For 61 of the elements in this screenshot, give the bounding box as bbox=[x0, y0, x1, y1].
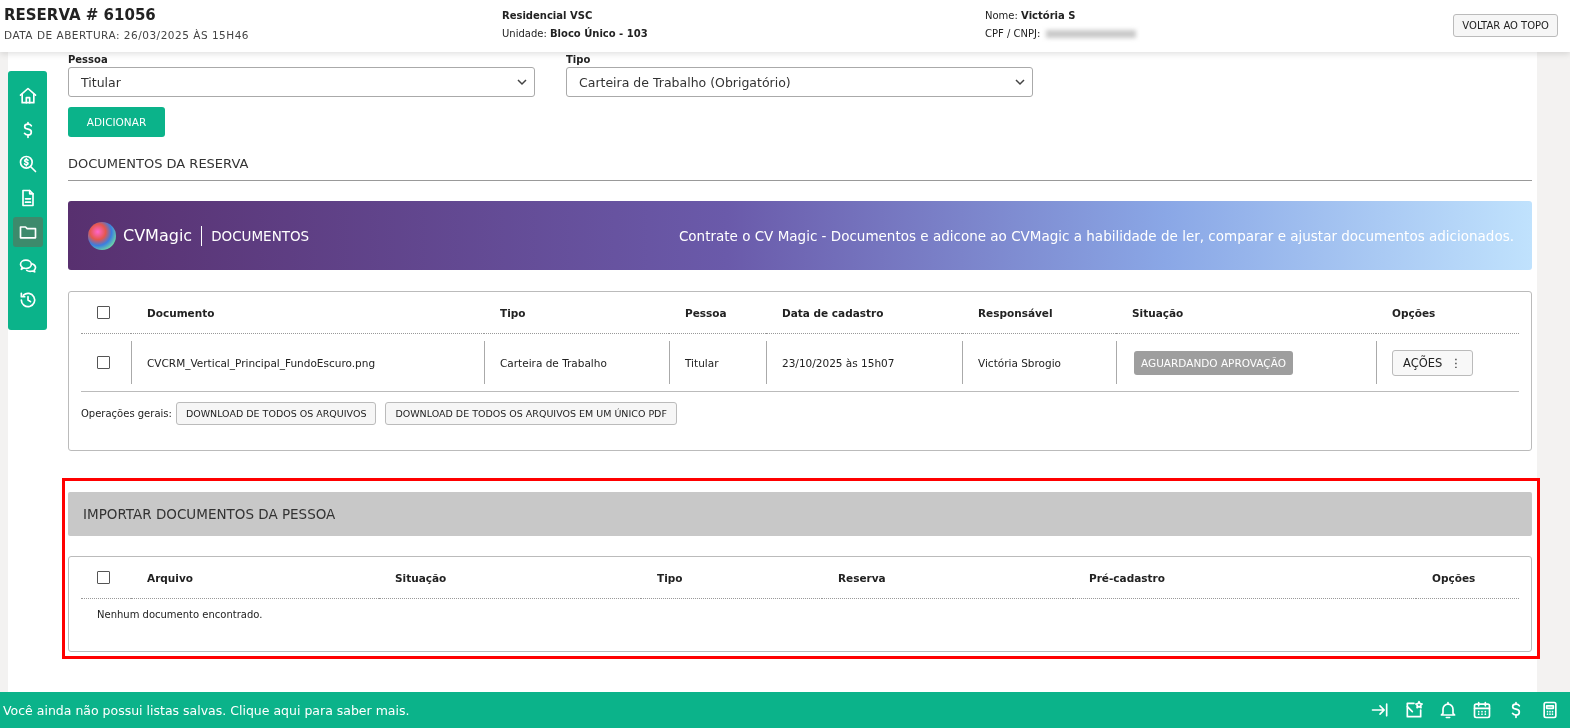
chevron-down-icon bbox=[516, 76, 528, 88]
toolbar-button[interactable] bbox=[1472, 700, 1492, 720]
column-header: Reserva bbox=[838, 571, 886, 584]
table-cell: 23/10/2025 às 15h07 bbox=[782, 356, 895, 369]
back-to-top-button[interactable]: VOLTAR AO TOPO bbox=[1453, 14, 1558, 37]
opening-date: DATA DE ABERTURA: 26/03/2025 ÀS 15H46 bbox=[4, 29, 250, 41]
client-name: Nome: Victória S bbox=[985, 10, 1077, 21]
download-button[interactable]: DOWNLOAD DE TODOS OS ARQUIVOS EM UM ÚNICO PDF bbox=[385, 402, 677, 425]
status-badge: AGUARDANDO APROVAÇÃO bbox=[1134, 350, 1293, 375]
column-header: Tipo bbox=[500, 306, 526, 319]
brand-name: CVMagic bbox=[123, 226, 193, 245]
column-header: Documento bbox=[147, 306, 215, 319]
cpf-label: CPF / CNPJ: bbox=[985, 28, 1041, 39]
calculator-icon bbox=[1540, 700, 1560, 720]
banner-message: Contrate o CV Magic - Documentos e adicone ao CVMagic a habilidade de ler, comparar e ajustar documentos adicionados. bbox=[678, 227, 1514, 244]
toolbar-button[interactable] bbox=[1438, 700, 1458, 720]
select-field[interactable]: Carteira de Trabalho (Obrigatório) bbox=[566, 67, 1033, 97]
project-name: Residencial VSC bbox=[502, 10, 594, 21]
actions-button[interactable]: AÇÕES ⋮ bbox=[1392, 349, 1473, 376]
column-header: Opções bbox=[1392, 306, 1436, 319]
column-header: Situação bbox=[395, 571, 447, 584]
chat-icon bbox=[17, 256, 38, 276]
search-dollar-icon bbox=[17, 154, 38, 174]
promo-banner[interactable]: CVMagic DOCUMENTOS Contrate o CV Magic - Documentos e adicone ao CVMagic a habilidade de ler, comparar e ajustar documentos adicionados. bbox=[68, 201, 1532, 270]
field-label: Tipo bbox=[566, 54, 591, 65]
section-heading: IMPORTAR DOCUMENTOS DA PESSOA bbox=[83, 506, 336, 522]
toolbar-button[interactable] bbox=[1404, 700, 1424, 720]
column-header: Tipo bbox=[657, 571, 683, 584]
column-header: Pessoa bbox=[685, 306, 727, 319]
checkbox[interactable] bbox=[97, 571, 110, 584]
sidebar-item[interactable] bbox=[12, 217, 43, 247]
reservation-title: RESERVA # 61056 bbox=[4, 6, 157, 24]
table-cell: Carteira de Trabalho bbox=[500, 356, 607, 369]
section-title: DOCUMENTOS DA RESERVA bbox=[68, 156, 249, 171]
chevron-down-icon bbox=[1014, 76, 1026, 88]
logo-icon bbox=[87, 220, 117, 251]
download-button[interactable]: DOWNLOAD DE TODOS OS ARQUIVOS bbox=[175, 402, 377, 425]
toolbar-button[interactable] bbox=[1370, 700, 1390, 720]
empty-message: Nenhum documento encontrado. bbox=[97, 609, 263, 620]
table-cell: Victória Sbrogio bbox=[978, 356, 1062, 369]
home-icon bbox=[17, 86, 38, 106]
toolbar-button[interactable] bbox=[1540, 700, 1560, 720]
table-cell: Titular bbox=[685, 356, 719, 369]
image-star-icon bbox=[1404, 700, 1424, 720]
bell-icon bbox=[1438, 700, 1458, 720]
column-header: Arquivo bbox=[147, 571, 193, 584]
column-header: Responsável bbox=[978, 306, 1053, 319]
column-header: Opções bbox=[1432, 571, 1476, 584]
select-field[interactable]: Titular bbox=[68, 67, 535, 97]
operations-label: Operações gerais: bbox=[81, 408, 172, 419]
column-header: Data de cadastro bbox=[782, 306, 884, 319]
calendar-icon bbox=[1472, 700, 1492, 720]
checkbox[interactable] bbox=[97, 306, 110, 319]
field-label: Pessoa bbox=[68, 54, 108, 65]
column-header: Pré-cadastro bbox=[1089, 571, 1165, 584]
unit-info: Unidade: Bloco Único - 103 bbox=[502, 28, 649, 39]
column-header: Situação bbox=[1132, 306, 1184, 319]
table-cell: CVCRM_Vertical_Principal_FundoEscuro.png bbox=[147, 356, 376, 369]
product-name: DOCUMENTOS bbox=[211, 227, 310, 244]
checkbox[interactable] bbox=[97, 356, 110, 369]
arrow-to-line-icon bbox=[1370, 700, 1390, 720]
